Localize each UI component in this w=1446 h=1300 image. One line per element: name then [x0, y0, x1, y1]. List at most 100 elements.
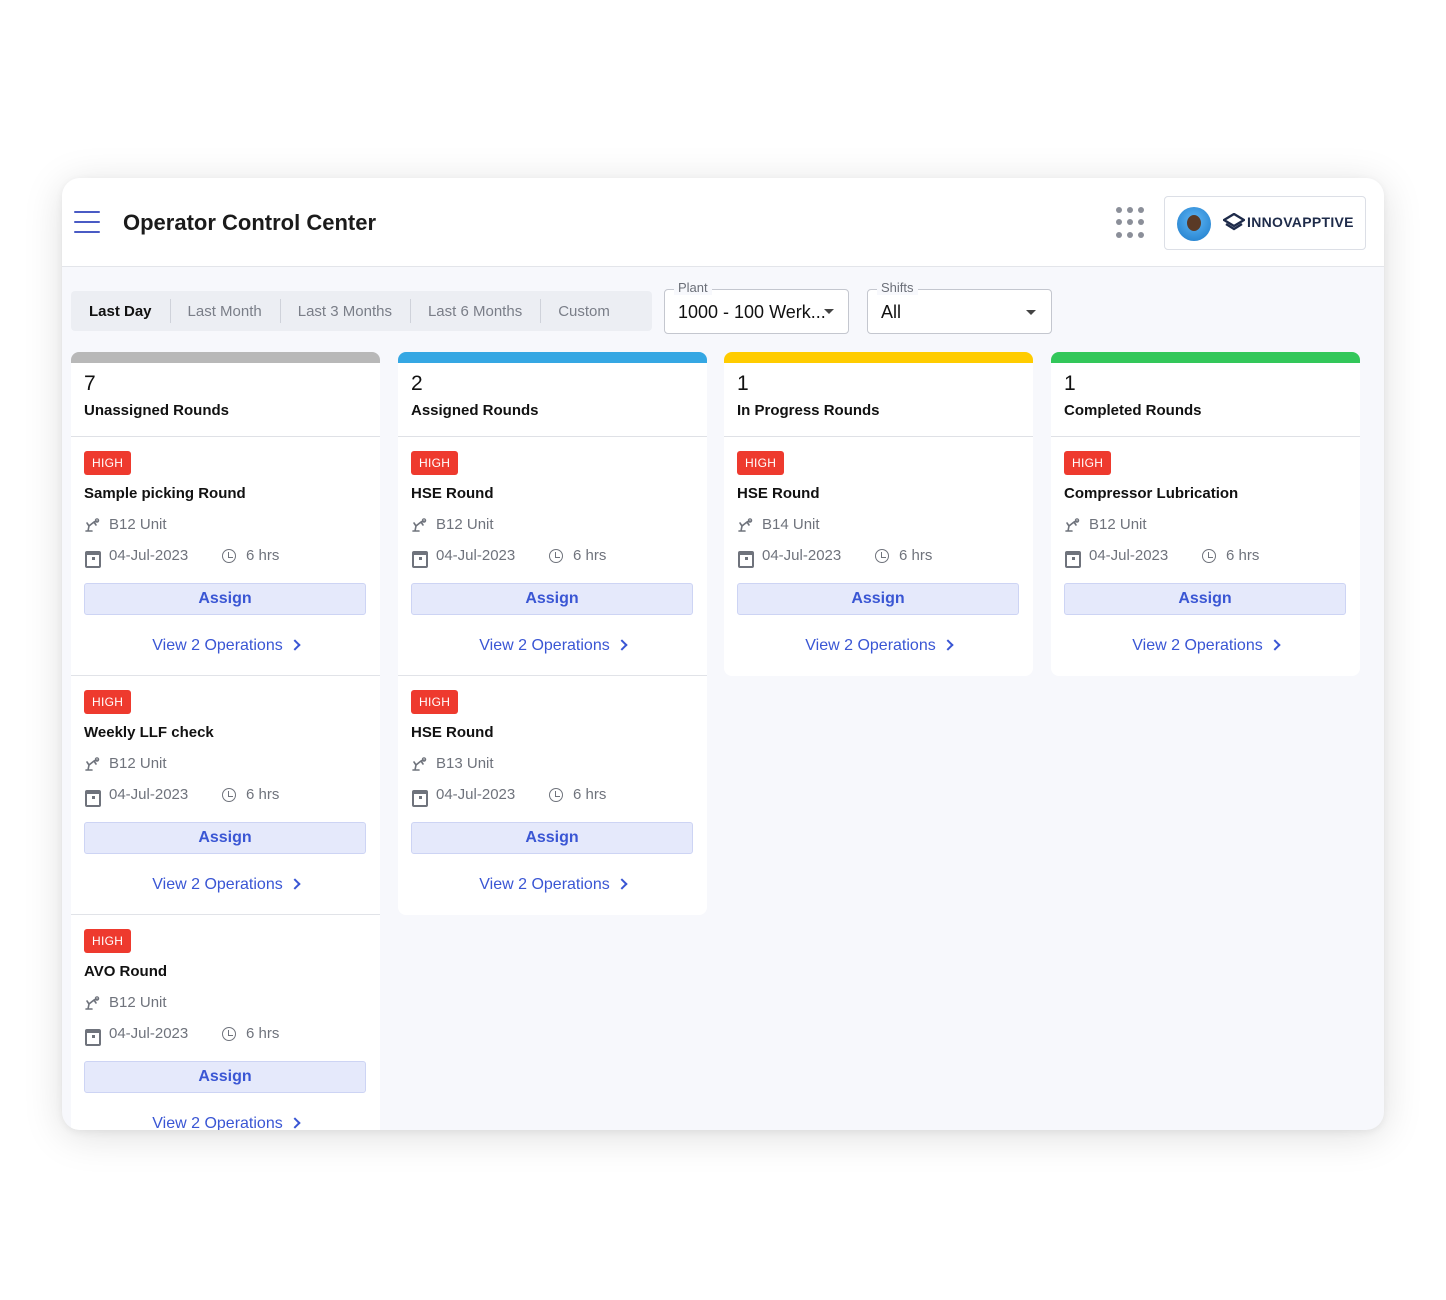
view-operations-link[interactable]: View 2 Operations: [398, 876, 707, 894]
view-operations-label: View 2 Operations: [805, 637, 936, 654]
shifts-select[interactable]: Shifts All: [867, 280, 1052, 334]
round-duration: 6 hrs: [548, 547, 606, 564]
round-card[interactable]: HIGH AVO Round B12 Unit 04-Jul-2023 6 hrs Ass…: [71, 915, 380, 1130]
column-title: Assigned Rounds: [411, 402, 539, 419]
priority-badge: HIGH: [1064, 451, 1112, 475]
view-operations-label: View 2 Operations: [152, 1115, 283, 1130]
round-card[interactable]: HIGH HSE Round B12 Unit 04-Jul-2023 6 hrs Ass…: [398, 437, 707, 676]
clock-icon: [874, 548, 890, 564]
chevron-right-icon: [289, 639, 301, 651]
range-last-day[interactable]: Last Day: [71, 291, 170, 331]
priority-badge: HIGH: [411, 690, 459, 714]
round-title: Compressor Lubrication: [1064, 485, 1239, 502]
column-title: Completed Rounds: [1064, 402, 1202, 419]
round-duration: 6 hrs: [548, 786, 606, 803]
clock-icon: [221, 1026, 237, 1042]
range-custom[interactable]: Custom: [540, 291, 628, 331]
view-operations-link[interactable]: View 2 Operations: [71, 876, 380, 894]
round-date: 04-Jul-2023: [1064, 547, 1168, 568]
top-bar: Operator Control Center INNOVAPPTIVE: [62, 178, 1384, 267]
priority-badge: HIGH: [737, 451, 785, 475]
column-header: 2 Assigned Rounds: [398, 352, 707, 437]
calendar-icon: [1064, 548, 1081, 568]
dropdown-caret-icon: [824, 309, 834, 314]
plant-select[interactable]: Plant 1000 - 100 Werk...: [664, 280, 849, 334]
date-text: 04-Jul-2023: [762, 547, 842, 564]
view-operations-label: View 2 Operations: [479, 876, 610, 893]
apps-grid-icon[interactable]: [1116, 207, 1148, 239]
view-operations-link[interactable]: View 2 Operations: [1051, 637, 1360, 655]
date-text: 04-Jul-2023: [436, 786, 516, 803]
page-title: Operator Control Center: [123, 210, 377, 235]
column-in-progress-rounds: 1 In Progress Rounds HIGH HSE Round B14 Unit…: [724, 352, 1033, 676]
view-operations-link[interactable]: View 2 Operations: [398, 637, 707, 655]
calendar-icon: [411, 787, 428, 807]
round-duration: 6 hrs: [221, 547, 279, 564]
round-unit: B14 Unit: [737, 516, 820, 533]
view-operations-label: View 2 Operations: [479, 637, 610, 654]
assign-button[interactable]: Assign: [84, 1061, 366, 1093]
avatar[interactable]: [1177, 207, 1211, 241]
view-operations-link[interactable]: View 2 Operations: [71, 1115, 380, 1130]
robot-arm-icon: [84, 517, 100, 533]
chevron-right-icon: [942, 639, 954, 651]
round-card[interactable]: HIGH Compressor Lubrication B12 Unit 04-Jul…: [1051, 437, 1360, 676]
plant-select-value: 1000 - 100 Werk...: [678, 302, 826, 322]
date-text: 04-Jul-2023: [436, 547, 516, 564]
assign-button[interactable]: Assign: [737, 583, 1019, 615]
assign-button[interactable]: Assign: [84, 822, 366, 854]
clock-icon: [548, 548, 564, 564]
round-title: HSE Round: [411, 724, 494, 741]
round-date: 04-Jul-2023: [737, 547, 842, 568]
column-title: Unassigned Rounds: [84, 402, 230, 419]
range-last-month[interactable]: Last Month: [169, 291, 280, 331]
round-unit: B12 Unit: [84, 994, 167, 1011]
app-window: Operator Control Center INNOVAPPTIVE Las…: [62, 178, 1384, 1130]
date-text: 04-Jul-2023: [109, 1025, 189, 1042]
column-unassigned-rounds: 7 Unassigned Rounds HIGH Sample picking Rou…: [71, 352, 380, 1130]
unit-text: B12 Unit: [109, 994, 167, 1011]
column-count: 1: [1064, 372, 1076, 395]
calendar-icon: [84, 787, 101, 807]
unit-text: B14 Unit: [762, 516, 820, 533]
assign-button[interactable]: Assign: [84, 583, 366, 615]
chevron-right-icon: [1269, 639, 1281, 651]
assign-button[interactable]: Assign: [411, 822, 693, 854]
column-title: In Progress Rounds: [737, 402, 880, 419]
column-header: 1 Completed Rounds: [1051, 352, 1360, 437]
round-card[interactable]: HIGH HSE Round B14 Unit 04-Jul-2023 6 hrs Ass…: [724, 437, 1033, 676]
clock-icon: [221, 787, 237, 803]
round-date: 04-Jul-2023: [411, 786, 516, 807]
shifts-select-value: All: [881, 302, 902, 322]
priority-badge: HIGH: [411, 451, 459, 475]
assign-button[interactable]: Assign: [411, 583, 693, 615]
dropdown-caret-icon: [1026, 310, 1036, 315]
chevron-right-icon: [616, 878, 628, 890]
round-card[interactable]: HIGH HSE Round B13 Unit 04-Jul-2023 6 hrs Ass…: [398, 676, 707, 915]
shifts-select-label: Shifts: [877, 280, 918, 295]
round-title: HSE Round: [737, 485, 820, 502]
assign-button[interactable]: Assign: [1064, 583, 1346, 615]
range-last-3-months[interactable]: Last 3 Months: [279, 291, 410, 331]
calendar-icon: [84, 1026, 101, 1046]
view-operations-link[interactable]: View 2 Operations: [71, 637, 380, 655]
user-brand-menu[interactable]: INNOVAPPTIVE: [1164, 196, 1366, 250]
view-operations-link[interactable]: View 2 Operations: [724, 637, 1033, 655]
clock-icon: [221, 548, 237, 564]
round-unit: B12 Unit: [411, 516, 494, 533]
priority-badge: HIGH: [84, 451, 132, 475]
round-card[interactable]: HIGH Weekly LLF check B12 Unit 04-Jul-2023 6…: [71, 676, 380, 915]
chevron-right-icon: [289, 1117, 301, 1129]
priority-badge: HIGH: [84, 690, 132, 714]
clock-icon: [1201, 548, 1217, 564]
round-unit: B12 Unit: [84, 755, 167, 772]
round-title: HSE Round: [411, 485, 494, 502]
round-date: 04-Jul-2023: [84, 1025, 189, 1046]
hamburger-menu-icon[interactable]: [74, 211, 100, 233]
range-last-6-months[interactable]: Last 6 Months: [409, 291, 540, 331]
round-duration: 6 hrs: [221, 1025, 279, 1042]
column-count: 1: [737, 372, 749, 395]
calendar-icon: [411, 548, 428, 568]
round-card[interactable]: HIGH Sample picking Round B12 Unit 04-Jul-2…: [71, 437, 380, 676]
column-count: 2: [411, 372, 423, 395]
